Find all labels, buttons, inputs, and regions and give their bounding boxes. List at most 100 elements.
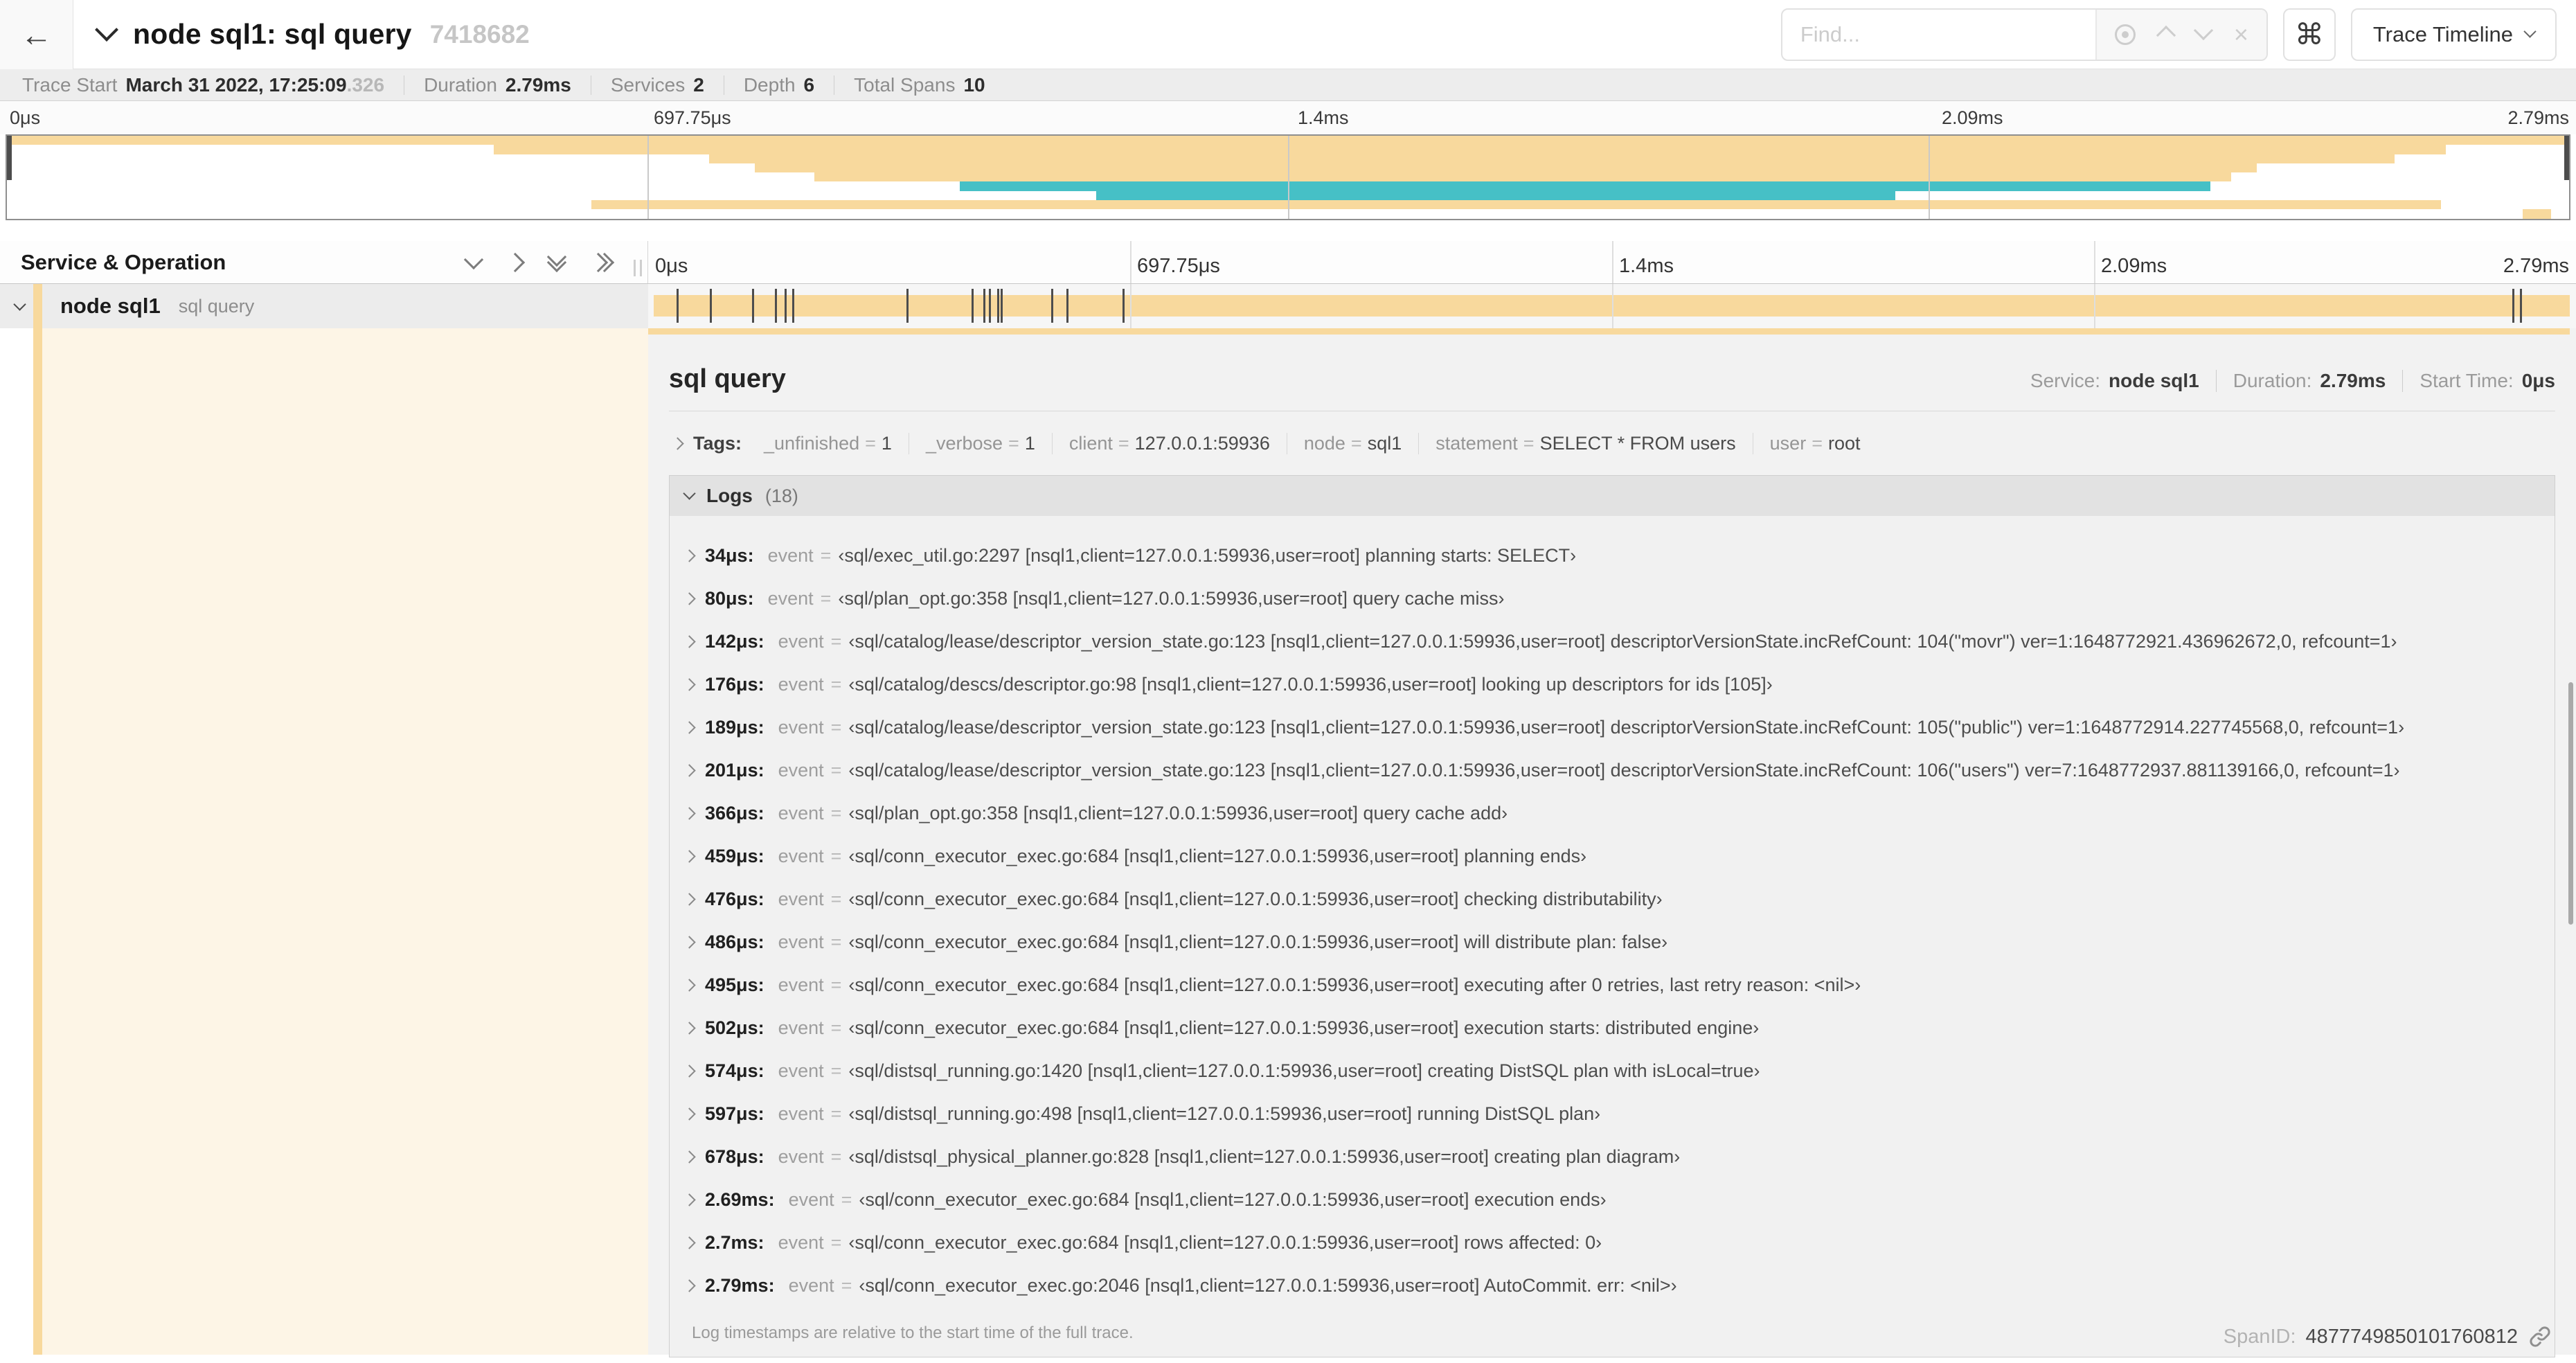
span-color-accent bbox=[33, 328, 42, 1355]
log-entry[interactable]: 459μs: event = ‹sql/conn_executor_exec.go:6… bbox=[677, 835, 2555, 878]
logs-count: (18) bbox=[764, 485, 798, 506]
find-next-icon[interactable] bbox=[2193, 20, 2213, 41]
tag-value: 1 bbox=[881, 432, 892, 454]
keyboard-shortcuts-button[interactable]: ⌘ bbox=[2282, 8, 2336, 61]
log-entry[interactable]: 476μs: event = ‹sql/conn_executor_exec.go:6… bbox=[677, 878, 2555, 920]
log-entry[interactable]: 2.7ms: event = ‹sql/conn_executor_exec.go:6… bbox=[677, 1221, 2555, 1264]
log-message: ‹sql/conn_executor_exec.go:684 [nsql1,cl… bbox=[848, 1231, 1602, 1253]
log-entry[interactable]: 574μs: event = ‹sql/distsql_running.go:1420… bbox=[677, 1049, 2555, 1092]
log-entry[interactable]: 80μs: event = ‹sql/plan_opt.go:358 [nsql1,c… bbox=[677, 577, 2555, 620]
timeline-gridline bbox=[2094, 241, 2095, 283]
equals-sign: = bbox=[830, 931, 842, 952]
timeline-gridline bbox=[2094, 284, 2095, 328]
log-entry[interactable]: 486μs: event = ‹sql/conn_executor_exec.go:6… bbox=[677, 920, 2555, 963]
page-title: node sql1: sql query bbox=[133, 18, 412, 50]
log-entry[interactable]: 2.79ms: event = ‹sql/conn_executor_exec.go:… bbox=[677, 1264, 2555, 1307]
log-timestamp: 201μs: bbox=[705, 759, 764, 781]
log-entry[interactable]: 189μs: event = ‹sql/catalog/lease/descripto… bbox=[677, 706, 2555, 749]
span-row[interactable]: node sql1 sql query bbox=[0, 284, 2576, 328]
equals-sign: = bbox=[830, 1231, 842, 1253]
tag-item: _verbose = 1 bbox=[908, 432, 1052, 454]
collapse-one-icon[interactable] bbox=[463, 249, 484, 269]
log-expand-icon bbox=[683, 677, 696, 691]
log-entry[interactable]: 2.69ms: event = ‹sql/conn_executor_exec.go:… bbox=[677, 1178, 2555, 1221]
log-field-name: event bbox=[778, 759, 824, 781]
log-entry[interactable]: 142μs: event = ‹sql/catalog/lease/descripto… bbox=[677, 620, 2555, 663]
log-entry[interactable]: 34μs: event = ‹sql/exec_util.go:2297 [nsql1… bbox=[677, 534, 2555, 577]
span-detail-panel: sql query Service: node sql1 Duration: 2.79… bbox=[648, 328, 2576, 1357]
log-field-name: event bbox=[767, 587, 814, 609]
log-message: ‹sql/distsql_running.go:498 [nsql1,clien… bbox=[848, 1103, 1601, 1124]
tag-item: statement = SELECT * FROM users bbox=[1418, 432, 1752, 454]
log-marker bbox=[751, 289, 754, 323]
clear-find-icon[interactable]: × bbox=[2234, 21, 2248, 47]
log-expand-icon bbox=[683, 978, 696, 992]
scrollbar-thumb[interactable] bbox=[2568, 682, 2573, 925]
equals-sign: = bbox=[820, 587, 832, 609]
log-message: ‹sql/distsql_running.go:1420 [nsql1,clie… bbox=[848, 1060, 1760, 1081]
trace-stat-label: Duration bbox=[424, 73, 497, 96]
log-entry[interactable]: 502μs: event = ‹sql/conn_executor_exec.go:6… bbox=[677, 1006, 2555, 1049]
log-expand-icon bbox=[683, 1236, 696, 1249]
view-selector-button[interactable]: Trace Timeline bbox=[2350, 8, 2557, 61]
trace-stat-value: 6 bbox=[803, 73, 815, 96]
minimap-left-scrubber[interactable] bbox=[7, 136, 12, 180]
timeline-gridline bbox=[1130, 284, 1132, 328]
tag-value: 1 bbox=[1024, 432, 1035, 454]
minimap-span-bar bbox=[2523, 209, 2552, 219]
log-field-name: event bbox=[778, 673, 824, 695]
equals-sign: = bbox=[830, 1103, 842, 1124]
collapse-trace-icon[interactable] bbox=[95, 18, 118, 42]
span-row-label-cell[interactable]: node sql1 sql query bbox=[0, 284, 648, 328]
collapse-all-icon[interactable] bbox=[546, 247, 567, 272]
service-operation-title: Service & Operation bbox=[21, 249, 226, 274]
span-row-timeline-cell[interactable] bbox=[648, 284, 2576, 328]
locate-icon[interactable] bbox=[2114, 24, 2136, 45]
logs-header[interactable]: Logs (18) bbox=[670, 476, 2555, 516]
deep-link-icon[interactable] bbox=[2528, 1324, 2552, 1349]
find-prev-icon[interactable] bbox=[2156, 23, 2176, 46]
log-entry[interactable]: 495μs: event = ‹sql/conn_executor_exec.go:6… bbox=[677, 963, 2555, 1006]
expand-all-icon[interactable] bbox=[588, 252, 615, 272]
back-button[interactable]: ← bbox=[0, 0, 73, 69]
minimap-gap bbox=[0, 220, 2576, 241]
detail-meta-value: 0μs bbox=[2521, 370, 2555, 391]
minimap-right-scrubber[interactable] bbox=[2564, 136, 2569, 180]
log-message: ‹sql/catalog/lease/descriptor_version_st… bbox=[848, 716, 2405, 738]
log-field-name: event bbox=[788, 1188, 834, 1210]
column-resizer-grip[interactable] bbox=[634, 260, 642, 276]
log-timestamp: 80μs: bbox=[705, 587, 754, 609]
log-message: ‹sql/conn_executor_exec.go:2046 [nsql1,c… bbox=[859, 1274, 1677, 1296]
log-expand-icon bbox=[683, 763, 696, 777]
trace-stat-suffix: .326 bbox=[346, 73, 385, 96]
log-entry[interactable]: 678μs: event = ‹sql/distsql_physical_planne… bbox=[677, 1135, 2555, 1178]
equals-sign: = bbox=[1008, 432, 1019, 454]
log-message: ‹sql/conn_executor_exec.go:684 [nsql1,cl… bbox=[848, 931, 1668, 952]
log-entry[interactable]: 201μs: event = ‹sql/catalog/lease/descripto… bbox=[677, 749, 2555, 792]
ruler-tick-label: 2.79ms bbox=[2507, 107, 2569, 128]
log-expand-icon bbox=[683, 892, 696, 906]
tags-expand-icon bbox=[671, 436, 684, 450]
log-timestamp: 495μs: bbox=[705, 974, 764, 995]
minimap-tick-labels: 0μs 697.75μs 1.4ms 2.09ms 2.79ms bbox=[0, 101, 2576, 134]
span-detail-row: sql query Service: node sql1 Duration: 2.79… bbox=[0, 328, 2576, 1357]
log-entry[interactable]: 366μs: event = ‹sql/plan_opt.go:358 [nsql1,… bbox=[677, 792, 2555, 835]
minimap-span-bar bbox=[755, 163, 2257, 173]
log-field-name: event bbox=[778, 974, 824, 995]
expand-one-icon[interactable] bbox=[505, 252, 526, 272]
find-input[interactable] bbox=[1782, 9, 2095, 60]
tag-item: user = root bbox=[1752, 432, 1877, 454]
back-arrow-icon: ← bbox=[20, 16, 53, 53]
tags-row[interactable]: Tags: _unfinished = 1 _verbose = 1 client = 127.… bbox=[669, 429, 2555, 457]
tags-list: _unfinished = 1 _verbose = 1 client = 127.0.0.1:… bbox=[747, 432, 1877, 454]
timeline-minimap[interactable] bbox=[6, 134, 2570, 220]
log-timestamp: 574μs: bbox=[705, 1060, 764, 1081]
log-entry[interactable]: 176μs: event = ‹sql/catalog/descs/descripto… bbox=[677, 663, 2555, 706]
equals-sign: = bbox=[830, 630, 842, 652]
log-entry[interactable]: 597μs: event = ‹sql/distsql_running.go:498 … bbox=[677, 1092, 2555, 1135]
log-message: ‹sql/plan_opt.go:358 [nsql1,client=127.0… bbox=[838, 587, 1505, 609]
log-marker bbox=[2512, 289, 2514, 323]
span-collapse-icon[interactable] bbox=[13, 298, 26, 312]
log-field-name: event bbox=[778, 845, 824, 866]
trace-stat-label: Services bbox=[610, 73, 686, 96]
